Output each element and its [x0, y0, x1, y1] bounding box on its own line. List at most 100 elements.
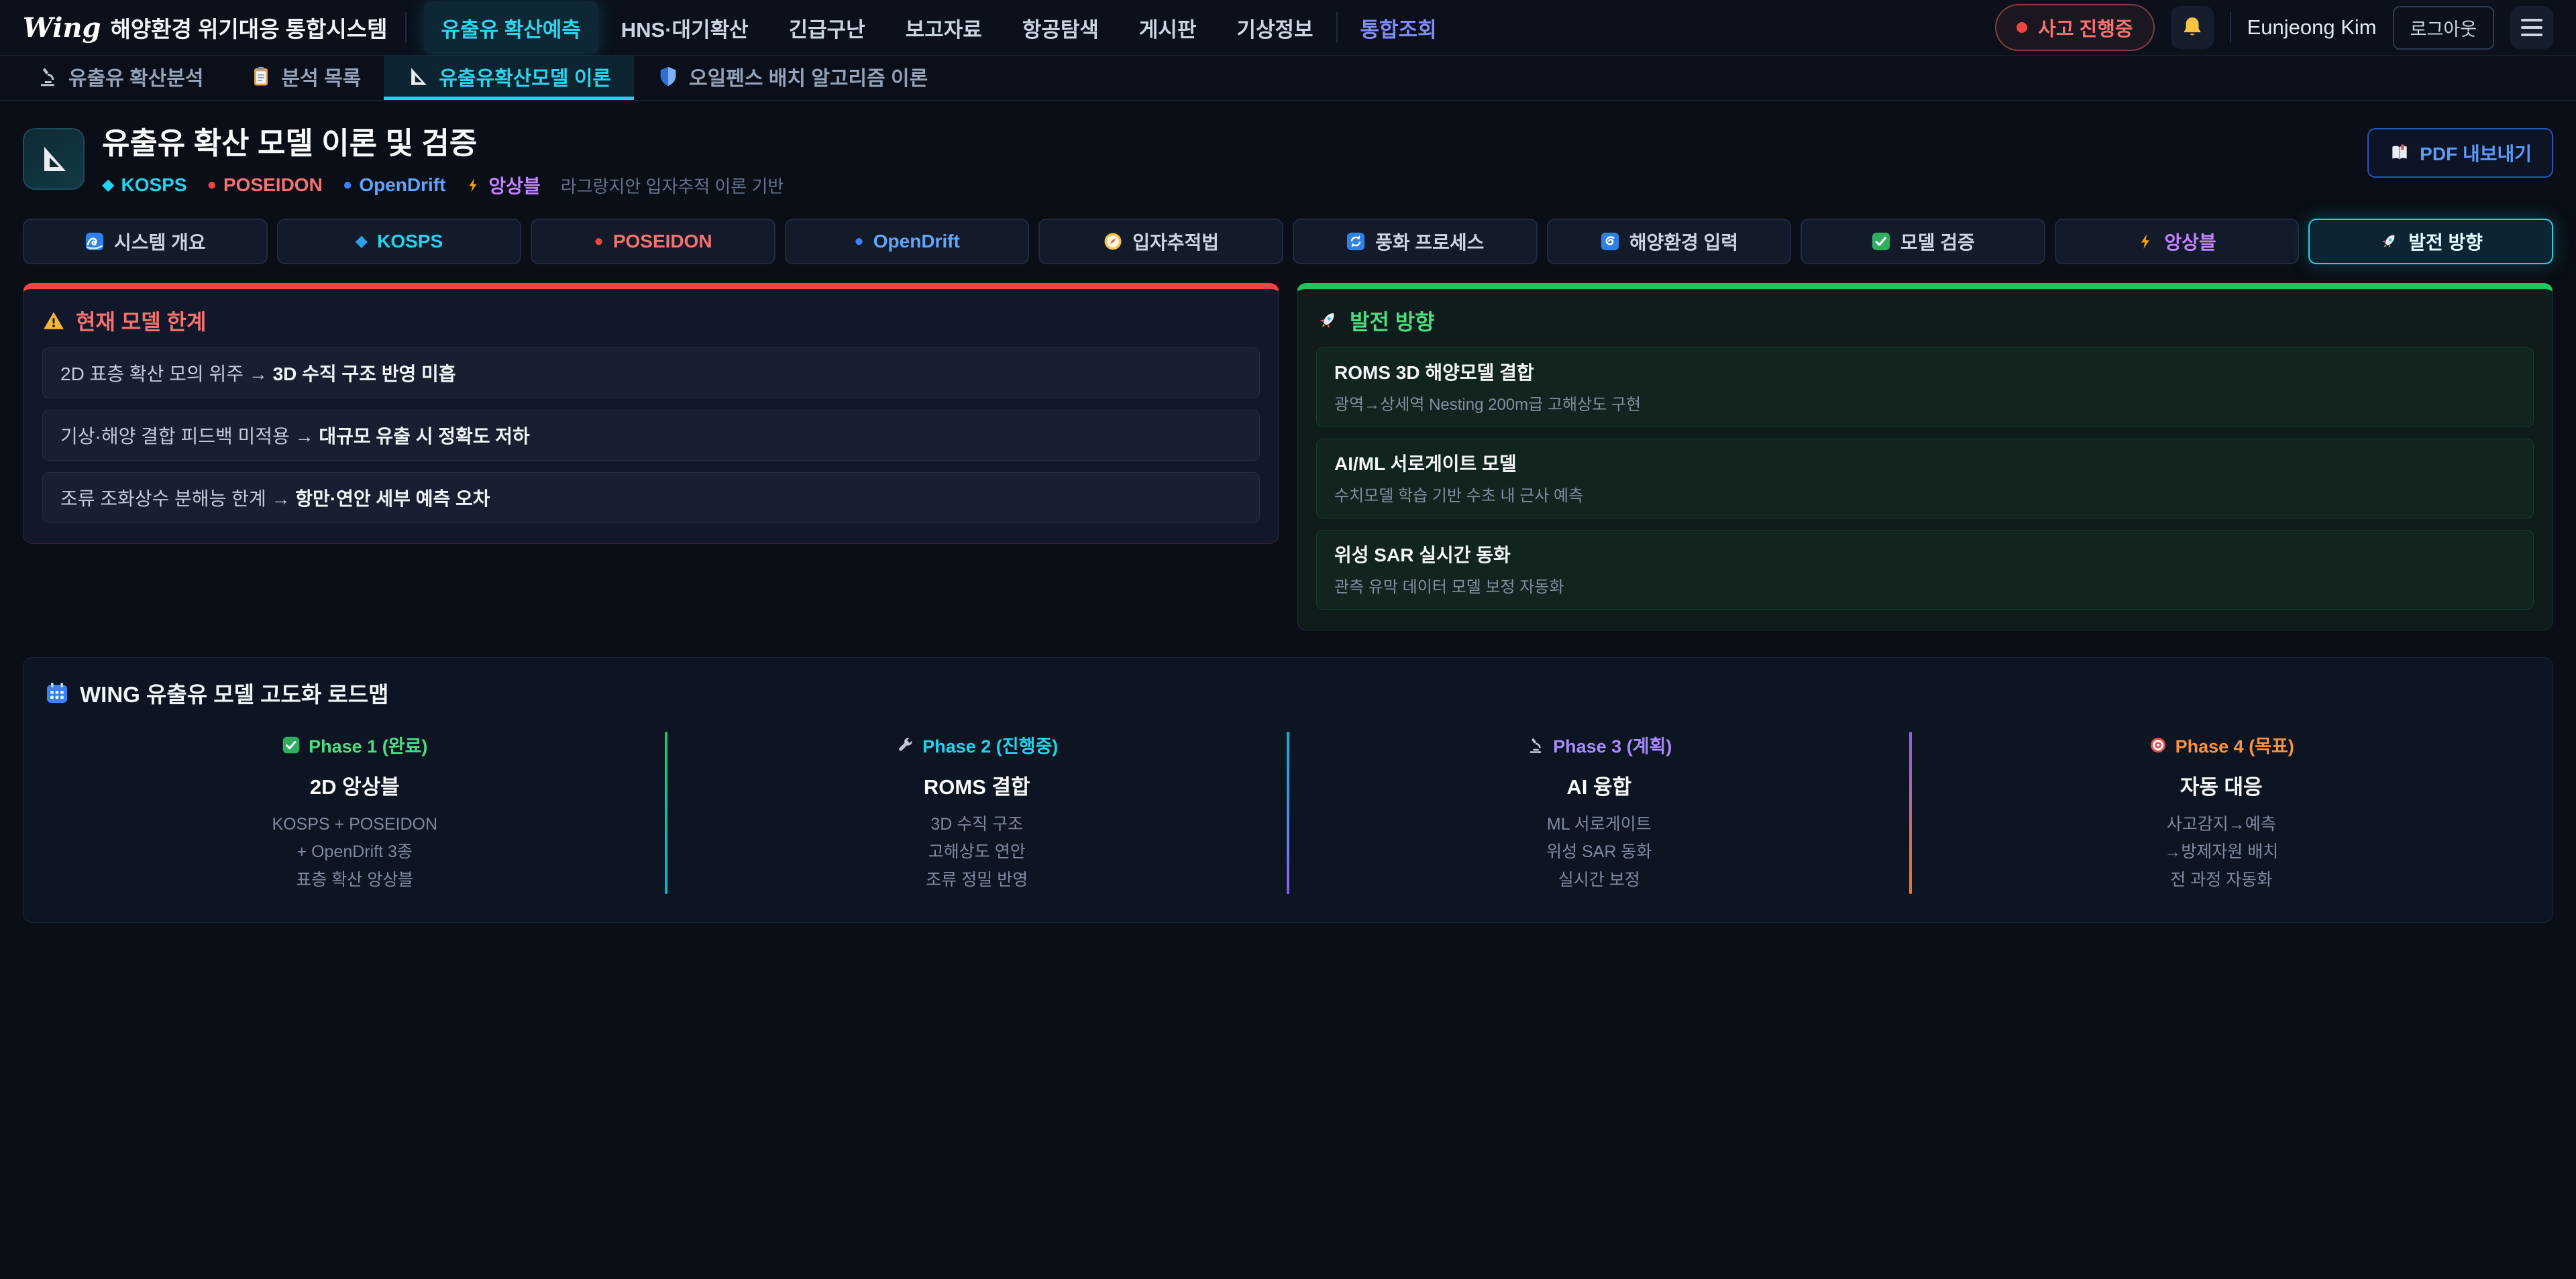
page-subtitle: 라그랑지안 입자추적 이론 기반	[561, 173, 784, 198]
refresh-icon	[1346, 231, 1366, 252]
book-icon	[2389, 142, 2410, 164]
tab-diffusion-model-theory[interactable]: 유출유확산모델 이론	[384, 56, 634, 100]
section-pill-weathering-process[interactable]: 풍화 프로세스	[1293, 219, 1538, 264]
wave-icon	[85, 231, 105, 252]
roadmap-phase-2: Phase 2 (진행중) ROMS 결합 3D 수직 구조 고해상도 연안 조…	[667, 732, 1287, 894]
badge-kosps: ◆ KOSPS	[102, 174, 187, 196]
sub-tab-bar: 유출유 확산분석 분석 목록 유출유확산모델 이론	[0, 56, 2576, 101]
future-panel-title: 발전 방향	[1316, 305, 2534, 336]
roadmap-title: WING 유출유 모델 고도화 로드맵	[45, 677, 2531, 709]
limit-item: 기상·해양 결합 피드백 미적용 → 대규모 유출 시 정확도 저하	[42, 410, 1260, 461]
section-pill-future-direction[interactable]: 발전 방향	[2308, 219, 2553, 264]
future-direction-panel: 발전 방향 ROMS 3D 해양모델 결합 광역→상세역 Nesting 200…	[1297, 283, 2553, 630]
roadmap-phase-3: Phase 3 (계획) AI 융합 ML 서로게이트 위성 SAR 동화 실시…	[1289, 732, 1909, 894]
section-pill-ensemble[interactable]: 앙상블	[2055, 219, 2300, 264]
badge-opendrift: ● OpenDrift	[343, 174, 446, 196]
section-pill-ocean-env-input[interactable]: 해양환경 입력	[1547, 219, 1792, 264]
nav-item-aerial-search[interactable]: 항공탐색	[1005, 1, 1116, 54]
triangle-ruler-icon	[38, 143, 70, 175]
warning-icon	[42, 309, 65, 332]
incident-dot-icon	[2017, 22, 2027, 33]
cyclone-icon	[1600, 231, 1620, 252]
pdf-export-button[interactable]: PDF 내보내기	[2367, 128, 2553, 178]
tab-spill-analysis[interactable]: 유출유 확산분석	[13, 56, 227, 100]
microscope-icon	[36, 65, 59, 88]
section-pill-opendrift[interactable]: ● OpenDrift	[785, 219, 1030, 264]
nav-item-board[interactable]: 게시판	[1122, 1, 1214, 54]
tab-label: 분석 목록	[282, 62, 362, 91]
tab-label: 오일펜스 배치 알고리즘 이론	[689, 62, 928, 91]
current-model-limits-panel: 현재 모델 한계 2D 표층 확산 모의 위주 → 3D 수직 구조 반영 미흡…	[23, 283, 1279, 544]
phase-2-name: ROMS 결합	[667, 770, 1287, 800]
limit-item: 2D 표층 확산 모의 위주 → 3D 수직 구조 반영 미흡	[42, 347, 1260, 398]
section-pill-system-overview[interactable]: 시스템 개요	[23, 219, 268, 264]
nav-item-integrated-search[interactable]: 통합조회	[1343, 1, 1454, 54]
nav-item-emergency-rescue[interactable]: 긴급구난	[771, 1, 883, 54]
nav-item-weather-info[interactable]: 기상정보	[1219, 1, 1330, 54]
bell-icon	[2180, 15, 2205, 40]
compass-icon	[1103, 231, 1123, 252]
notifications-button[interactable]	[2171, 6, 2214, 49]
future-item: AI/ML 서로게이트 모델 수치모델 학습 기반 수초 내 근사 예측	[1316, 439, 2534, 518]
circle-icon: ●	[343, 177, 353, 193]
nav-item-reports[interactable]: 보고자료	[888, 1, 1000, 54]
page-header: 유출유 확산 모델 이론 및 검증 ◆ KOSPS ● POSEIDON ● O…	[23, 119, 2553, 199]
section-pill-kosps[interactable]: ◆ KOSPS	[277, 219, 522, 264]
microscope-icon	[1526, 736, 1545, 755]
logout-button[interactable]: 로그아웃	[2393, 6, 2494, 50]
bolt-icon	[466, 176, 482, 194]
app-title: 해양환경 위기대응 통합시스템	[110, 11, 387, 44]
badge-poseidon: ● POSEIDON	[207, 174, 323, 196]
future-item: 위성 SAR 실시간 동화 관측 유막 데이터 모델 보정 자동화	[1316, 530, 2534, 610]
check-icon	[1871, 231, 1891, 252]
phase-3-label: Phase 3 (계획)	[1526, 732, 1672, 758]
rocket-icon	[1316, 309, 1339, 332]
triangle-ruler-icon	[407, 65, 429, 88]
page-icon-tile	[23, 128, 85, 190]
incident-badge-label: 사고 진행중	[2038, 13, 2133, 42]
top-bar: Wing 해양환경 위기대응 통합시스템 유출유 확산예측 HNS·대기확산 긴…	[0, 0, 2576, 56]
app-logo[interactable]: Wing 해양환경 위기대응 통합시스템	[23, 11, 388, 44]
tab-oil-fence-algorithm-theory[interactable]: 오일펜스 배치 알고리즘 이론	[634, 56, 951, 100]
nav-item-hns-air-diffusion[interactable]: HNS·대기확산	[604, 1, 766, 54]
shield-icon	[657, 65, 680, 88]
section-pill-model-validation[interactable]: 모델 검증	[1801, 219, 2045, 264]
phase-1-label: Phase 1 (완료)	[282, 732, 427, 758]
calendar-icon	[45, 681, 69, 705]
phase-3-name: AI 융합	[1289, 770, 1909, 800]
wrench-icon	[896, 736, 914, 755]
circle-icon: ●	[594, 233, 604, 249]
page-content: 유출유 확산 모델 이론 및 검증 ◆ KOSPS ● POSEIDON ● O…	[0, 119, 2576, 923]
circle-icon: ●	[207, 177, 217, 193]
roadmap-phase-1: Phase 1 (완료) 2D 앙상블 KOSPS + POSEIDON + O…	[45, 732, 665, 894]
future-item: ROMS 3D 해양모델 결합 광역→상세역 Nesting 200m급 고해상…	[1316, 347, 2534, 427]
section-nav: 시스템 개요 ◆ KOSPS ● POSEIDON ● OpenDrift 입자…	[23, 219, 2553, 264]
page-title: 유출유 확산 모델 이론 및 검증	[102, 119, 784, 162]
divider	[2230, 12, 2231, 43]
section-pill-particle-tracking[interactable]: 입자추적법	[1038, 219, 1283, 264]
main-nav: 유출유 확산예측 HNS·대기확산 긴급구난 보고자료 항공탐색 게시판 기상정…	[424, 1, 1454, 54]
target-icon	[2149, 736, 2167, 755]
check-icon	[282, 736, 301, 755]
incident-status-badge[interactable]: 사고 진행중	[1995, 4, 2154, 51]
phase-2-label: Phase 2 (진행중)	[896, 732, 1058, 758]
rocket-icon	[2379, 231, 2399, 252]
bolt-icon	[2137, 232, 2155, 251]
phase-4-label: Phase 4 (목표)	[2149, 732, 2294, 758]
divider	[405, 12, 407, 43]
diamond-icon: ◆	[356, 233, 368, 249]
divider	[1336, 12, 1338, 43]
phase-4-name: 자동 대응	[1912, 770, 2532, 800]
section-pill-poseidon[interactable]: ● POSEIDON	[531, 219, 775, 264]
user-name: Eunjeong Kim	[2247, 15, 2377, 40]
diamond-icon: ◆	[102, 177, 114, 193]
roadmap-phases: Phase 1 (완료) 2D 앙상블 KOSPS + POSEIDON + O…	[45, 732, 2531, 894]
tab-label: 유출유 확산분석	[68, 62, 204, 91]
tab-label: 유출유확산모델 이론	[439, 62, 611, 91]
roadmap-phase-4: Phase 4 (목표) 자동 대응 사고감지→예측 →방제자원 배치 전 과정…	[1912, 732, 2532, 894]
nav-item-oil-spill-prediction[interactable]: 유출유 확산예측	[424, 1, 598, 54]
menu-button[interactable]	[2510, 6, 2553, 49]
logo-wordmark: Wing	[23, 12, 101, 44]
panels-row: 현재 모델 한계 2D 표층 확산 모의 위주 → 3D 수직 구조 반영 미흡…	[23, 283, 2553, 630]
tab-analysis-list[interactable]: 분석 목록	[227, 56, 384, 100]
